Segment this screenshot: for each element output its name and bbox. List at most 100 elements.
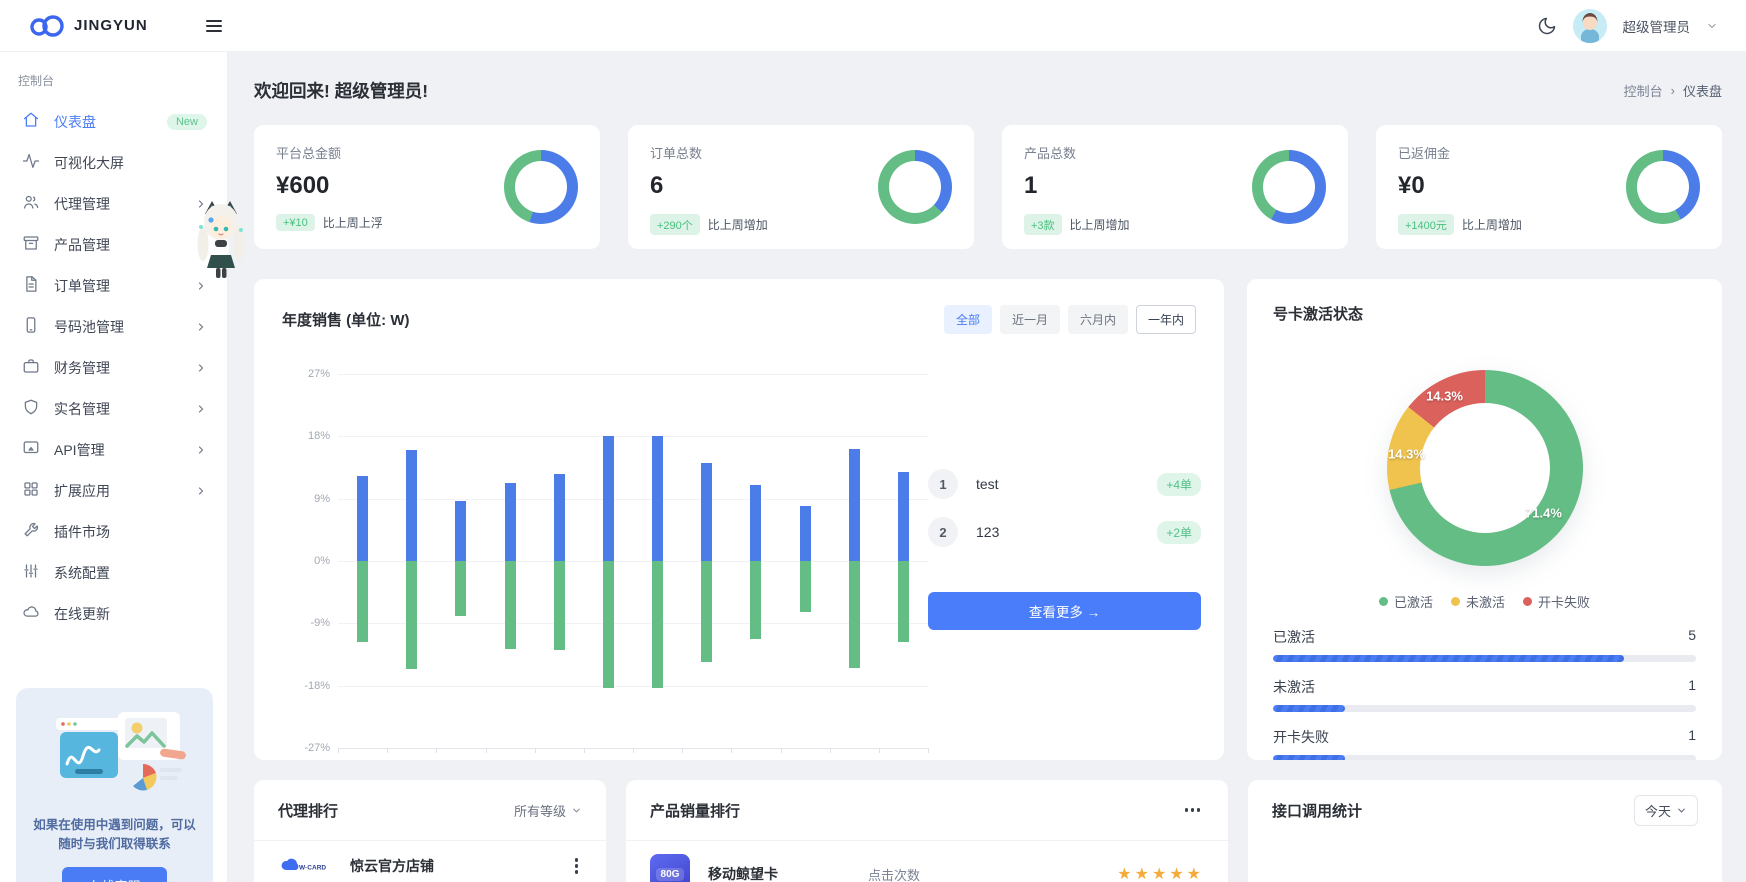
stat-cards-row: 平台总金额 ¥600 +¥10 比上周上浮 订单总数 6 +290个 比上周增加…: [254, 125, 1722, 249]
legend-item[interactable]: 未激活: [1451, 592, 1505, 611]
chevron-right-icon: [195, 280, 207, 292]
chevron-down-icon: [1676, 805, 1687, 816]
sidebar-item-2[interactable]: 代理管理: [16, 183, 213, 224]
list-item[interactable]: W·CARD 惊云官方店铺: [254, 840, 606, 882]
progress-row: 已激活5: [1273, 627, 1696, 662]
progress-label: 开卡失败: [1273, 727, 1329, 747]
more-options-icon[interactable]: [571, 854, 583, 878]
username[interactable]: 超级管理员: [1623, 16, 1691, 36]
breadcrumb-console[interactable]: 控制台: [1624, 81, 1663, 100]
bar-down-十月[interactable]: [800, 561, 811, 612]
stat-card-3: 已返佣金 ¥0 +1400元 比上周增加: [1376, 125, 1722, 249]
dark-mode-toggle[interactable]: [1537, 16, 1557, 36]
chevron-right-icon: [195, 403, 207, 415]
sidebar-item-label: 号码池管理: [54, 317, 124, 337]
box-icon: [22, 234, 40, 255]
sidebar-item-1[interactable]: 可视化大屏: [16, 142, 213, 183]
help-text: 如果在使用中遇到问题，可以随时与我们取得联系: [30, 816, 199, 855]
list-item[interactable]: 1 test +4单: [928, 464, 1201, 504]
sidebar-item-label: 插件市场: [54, 522, 110, 542]
file-icon: [22, 275, 40, 296]
bar-down-八月[interactable]: [701, 561, 712, 662]
bar-down-三月[interactable]: [455, 561, 466, 616]
level-filter-select[interactable]: 所有等级: [514, 801, 582, 820]
chevron-down-icon[interactable]: [1706, 20, 1718, 32]
legend-item[interactable]: 开卡失败: [1523, 592, 1590, 611]
progress-bar: [1273, 755, 1696, 760]
brand-logo[interactable]: JINGYUN: [28, 13, 200, 39]
sidebar-nav: 仪表盘 New 可视化大屏 代理管理 产品管理 订单管理 号码池管理 财务管理: [16, 101, 213, 634]
avatar[interactable]: [1573, 9, 1607, 43]
bar-up-八月[interactable]: [701, 463, 712, 561]
sidebar-item-11[interactable]: 系统配置: [16, 552, 213, 593]
sidebar-item-label: 扩展应用: [54, 481, 110, 501]
list-item[interactable]: 2 123 +2单: [928, 512, 1201, 552]
sidebar-item-7[interactable]: 实名管理: [16, 388, 213, 429]
bar-up-九月[interactable]: [750, 485, 761, 561]
wrench-icon: [22, 521, 40, 542]
sidebar-item-label: 系统配置: [54, 563, 110, 583]
grid-icon: [22, 480, 40, 501]
sidebar-toggle-button[interactable]: [200, 14, 228, 38]
filter-0[interactable]: 全部: [944, 305, 992, 334]
bar-down-十一月[interactable]: [849, 561, 860, 668]
star-rating: ★★★★★: [1117, 864, 1204, 882]
bar-up-三月[interactable]: [455, 501, 466, 561]
bar-up-一月[interactable]: [357, 476, 368, 561]
ellipsis-menu-icon[interactable]: [1181, 804, 1205, 816]
sidebar-item-10[interactable]: 插件市场: [16, 511, 213, 552]
activity-icon: [22, 152, 40, 173]
slice-label-inactive: 14.3%: [1388, 447, 1425, 462]
sidebar-item-3[interactable]: 产品管理: [16, 224, 213, 265]
activation-title: 号卡激活状态: [1273, 303, 1696, 324]
briefcase-icon: [22, 357, 40, 378]
bar-up-十一月[interactable]: [849, 449, 860, 561]
bar-down-九月[interactable]: [750, 561, 761, 639]
bar-down-一月[interactable]: [357, 561, 368, 642]
bar-up-十月[interactable]: [800, 506, 811, 561]
shield-icon: [22, 398, 40, 419]
bar-down-七月[interactable]: [652, 561, 663, 688]
sidebar-item-5[interactable]: 号码池管理: [16, 306, 213, 347]
order-count-badge: +4单: [1157, 473, 1201, 496]
page-title: 欢迎回来! 超级管理员!: [254, 78, 428, 103]
progress-value: 1: [1688, 677, 1696, 697]
filter-2[interactable]: 六月内: [1068, 305, 1128, 334]
bar-down-二月[interactable]: [406, 561, 417, 669]
trend-note: 比上周增加: [708, 216, 768, 233]
sidebar-item-0[interactable]: 仪表盘 New: [16, 101, 213, 142]
order-count-badge: +2单: [1157, 521, 1201, 544]
bar-down-十二月[interactable]: [898, 561, 909, 642]
svg-text:W·CARD: W·CARD: [299, 864, 326, 871]
sidebar-item-6[interactable]: 财务管理: [16, 347, 213, 388]
bar-up-五月[interactable]: [554, 474, 565, 561]
sidebar-item-4[interactable]: 订单管理: [16, 265, 213, 306]
bar-up-四月[interactable]: [505, 483, 516, 561]
bar-up-六月[interactable]: [603, 436, 614, 561]
support-button[interactable]: 在线客服: [62, 867, 166, 882]
bar-up-二月[interactable]: [406, 450, 417, 562]
date-filter-select[interactable]: 今天: [1634, 795, 1698, 826]
slice-label-activated: 71.4%: [1525, 506, 1562, 521]
sidebar-item-label: 在线更新: [54, 604, 110, 624]
x-axis-label: 三月: [448, 758, 473, 760]
sidebar-item-9[interactable]: 扩展应用: [16, 470, 213, 511]
trend-badge: +¥10: [276, 214, 315, 231]
filter-1[interactable]: 近一月: [1000, 305, 1060, 334]
card-api-call-stats: 接口调用统计 今天: [1248, 780, 1722, 882]
card-activation-status: 号卡激活状态 71.4% 14.3% 14.3% 已激活未激活开卡失败 已激活5…: [1247, 279, 1722, 760]
view-more-button[interactable]: 查看更多 →: [928, 592, 1201, 630]
legend-item[interactable]: 已激活: [1379, 592, 1433, 611]
list-item[interactable]: 80G 移动鲸望卡 点击次数 ★★★★★: [626, 840, 1228, 882]
bar-down-五月[interactable]: [554, 561, 565, 650]
bar-up-十二月[interactable]: [898, 472, 909, 561]
sidebar-item-8[interactable]: API管理: [16, 429, 213, 470]
filter-3[interactable]: 一年内: [1136, 305, 1196, 334]
bar-down-六月[interactable]: [603, 561, 614, 688]
stat-donut-chart: [878, 150, 952, 224]
monitor-icon: [22, 439, 40, 460]
bar-down-四月[interactable]: [505, 561, 516, 649]
sliders-icon: [22, 562, 40, 583]
bar-up-七月[interactable]: [652, 436, 663, 561]
sidebar-item-12[interactable]: 在线更新: [16, 593, 213, 634]
